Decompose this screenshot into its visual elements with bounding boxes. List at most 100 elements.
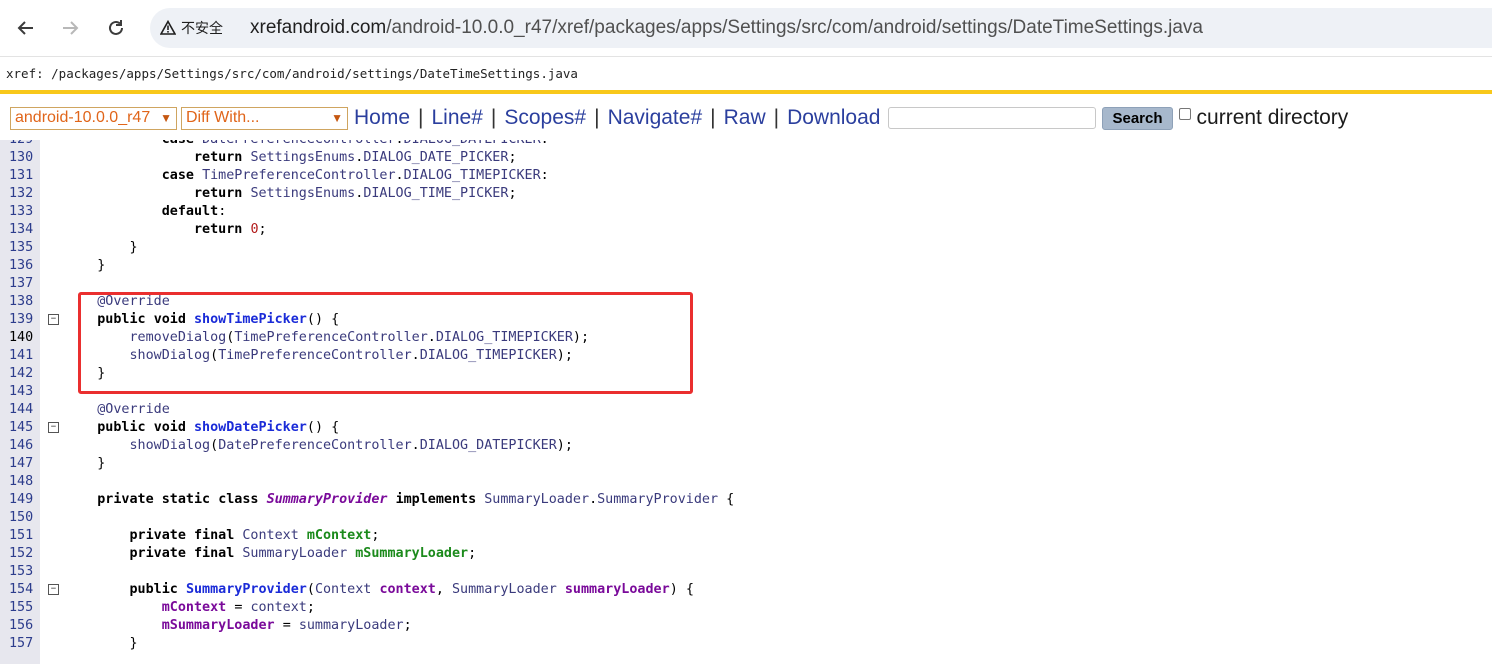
code-text: } — [97, 456, 106, 471]
chevron-down-icon: ▼ — [331, 110, 343, 125]
line-number[interactable]: 141 — [9, 347, 37, 365]
url-path: /android-10.0.0_r47/xref/packages/apps/S… — [386, 17, 1203, 38]
code-line: 134 return 0; — [0, 221, 1492, 239]
line-number[interactable]: 143 — [9, 383, 37, 401]
code-line: 139− public void showTimePicker() { — [0, 311, 1492, 329]
line-number[interactable]: 134 — [9, 221, 37, 239]
line-number[interactable]: 147 — [9, 455, 37, 473]
download-link[interactable]: Download — [787, 106, 880, 130]
code-line: 142 } — [0, 365, 1492, 383]
line-number[interactable]: 150 — [9, 509, 37, 527]
line-number[interactable]: 152 — [9, 545, 37, 563]
code-line: 156 mSummaryLoader = summaryLoader; — [0, 617, 1492, 635]
code-line: 137 — [0, 275, 1492, 293]
url-text[interactable]: xrefandroid.com/android-10.0.0_r47/xref/… — [250, 17, 1203, 39]
back-arrow-icon — [17, 21, 33, 35]
code-text: } — [97, 366, 106, 381]
version-select-value: android-10.0.0_r47 — [15, 109, 151, 126]
code-text: return SettingsEnums.DIALOG_TIME_PICKER; — [194, 186, 517, 201]
line-number[interactable]: 138 — [9, 293, 37, 311]
code-line: 155 mContext = context; — [0, 599, 1492, 617]
line-number[interactable]: 157 — [9, 635, 37, 653]
code-text: case TimePreferenceController.DIALOG_TIM… — [161, 168, 549, 183]
code-line: 152 private final SummaryLoader mSummary… — [0, 545, 1492, 563]
code-line: 141 showDialog(TimePreferenceController.… — [0, 347, 1492, 365]
diff-select-value: Diff With... — [186, 109, 260, 126]
code-text: return SettingsEnums.DIALOG_DATE_PICKER; — [194, 150, 517, 165]
line-number[interactable]: 135 — [9, 239, 37, 257]
line-number[interactable]: 149 — [9, 491, 37, 509]
line-numbers-link[interactable]: Line# — [432, 106, 483, 130]
warning-triangle-icon — [160, 20, 176, 35]
line-number[interactable]: 148 — [9, 473, 37, 491]
code-text: private static class SummaryProvider imp… — [97, 492, 735, 507]
line-number[interactable]: 139 — [9, 311, 37, 329]
line-number[interactable]: 137 — [9, 275, 37, 293]
address-bar[interactable]: 不安全 xrefandroid.com/android-10.0.0_r47/x… — [150, 8, 1492, 48]
forward-arrow-icon — [63, 21, 79, 35]
code-line: 143 — [0, 383, 1492, 401]
code-line: 149 private static class SummaryProvider… — [0, 491, 1492, 509]
code-line: 132 return SettingsEnums.DIALOG_TIME_PIC… — [0, 185, 1492, 203]
code-line: 129 case DatePreferenceController.DIALOG… — [0, 140, 1492, 149]
code-line: 148 — [0, 473, 1492, 491]
reload-button[interactable] — [98, 10, 134, 46]
diff-select[interactable]: Diff With... ▼ — [181, 106, 348, 130]
code-text: } — [97, 258, 106, 273]
browser-toolbar: 不安全 xrefandroid.com/android-10.0.0_r47/x… — [0, 0, 1492, 57]
security-indicator[interactable]: 不安全 — [160, 15, 242, 41]
line-number[interactable]: 156 — [9, 617, 37, 635]
source-code-view: 129 case DatePreferenceController.DIALOG… — [0, 140, 1492, 664]
code-line: 131 case TimePreferenceController.DIALOG… — [0, 167, 1492, 185]
line-number[interactable]: 155 — [9, 599, 37, 617]
line-number[interactable]: 132 — [9, 185, 37, 203]
back-button[interactable] — [8, 10, 44, 46]
search-input[interactable] — [888, 107, 1097, 129]
line-number[interactable]: 136 — [9, 257, 37, 275]
link-separator: | — [773, 106, 780, 129]
code-text: showDialog(TimePreferenceController.DIAL… — [129, 348, 573, 363]
chevron-down-icon: ▼ — [160, 110, 172, 125]
code-line: 154− public SummaryProvider(Context cont… — [0, 581, 1492, 599]
url-host: xrefandroid.com — [250, 17, 387, 38]
code-line: 133 default: — [0, 203, 1492, 221]
code-line: 146 showDialog(DatePreferenceController.… — [0, 437, 1492, 455]
version-select[interactable]: android-10.0.0_r47 ▼ — [10, 106, 177, 130]
code-text: return 0; — [194, 222, 267, 237]
line-number[interactable]: 142 — [9, 365, 37, 383]
link-separator: | — [418, 106, 424, 129]
code-line: 130 return SettingsEnums.DIALOG_DATE_PIC… — [0, 149, 1492, 167]
line-number[interactable]: 153 — [9, 563, 37, 581]
code-line: 135 } — [0, 239, 1492, 257]
code-text: } — [129, 636, 138, 651]
fold-toggle-icon[interactable]: − — [48, 422, 59, 433]
code-text: mContext = context; — [161, 600, 315, 615]
forward-button[interactable] — [52, 10, 88, 46]
line-number[interactable]: 151 — [9, 527, 37, 545]
fold-toggle-icon[interactable]: − — [48, 584, 59, 595]
code-line: 151 private final Context mContext; — [0, 527, 1492, 545]
link-separator: | — [490, 106, 497, 129]
code-text: private final Context mContext; — [129, 528, 380, 543]
navigate-link[interactable]: Navigate# — [608, 106, 703, 130]
home-link[interactable]: Home — [354, 106, 410, 130]
line-number[interactable]: 140 — [9, 329, 37, 347]
code-text: removeDialog(TimePreferenceController.DI… — [129, 330, 590, 345]
line-number[interactable]: 130 — [9, 149, 37, 167]
line-number[interactable]: 133 — [9, 203, 37, 221]
fold-toggle-icon[interactable]: − — [48, 314, 59, 325]
line-number[interactable]: 131 — [9, 167, 37, 185]
line-number[interactable]: 145 — [9, 419, 37, 437]
code-text: case DatePreferenceController.DIALOG_DAT… — [65, 140, 549, 149]
search-button[interactable]: Search — [1102, 106, 1173, 130]
code-line: 157 } — [0, 635, 1492, 653]
raw-link[interactable]: Raw — [724, 106, 766, 130]
line-number[interactable]: 144 — [9, 401, 37, 419]
line-number[interactable]: 154 — [9, 581, 37, 599]
link-separator: | — [710, 106, 716, 129]
scopes-link[interactable]: Scopes# — [504, 106, 586, 130]
line-number[interactable]: 129 — [9, 140, 37, 149]
current-directory-checkbox[interactable] — [1178, 108, 1191, 120]
line-number[interactable]: 146 — [9, 437, 37, 455]
xref-breadcrumb: xref: /packages/apps/Settings/src/com/an… — [6, 66, 578, 81]
